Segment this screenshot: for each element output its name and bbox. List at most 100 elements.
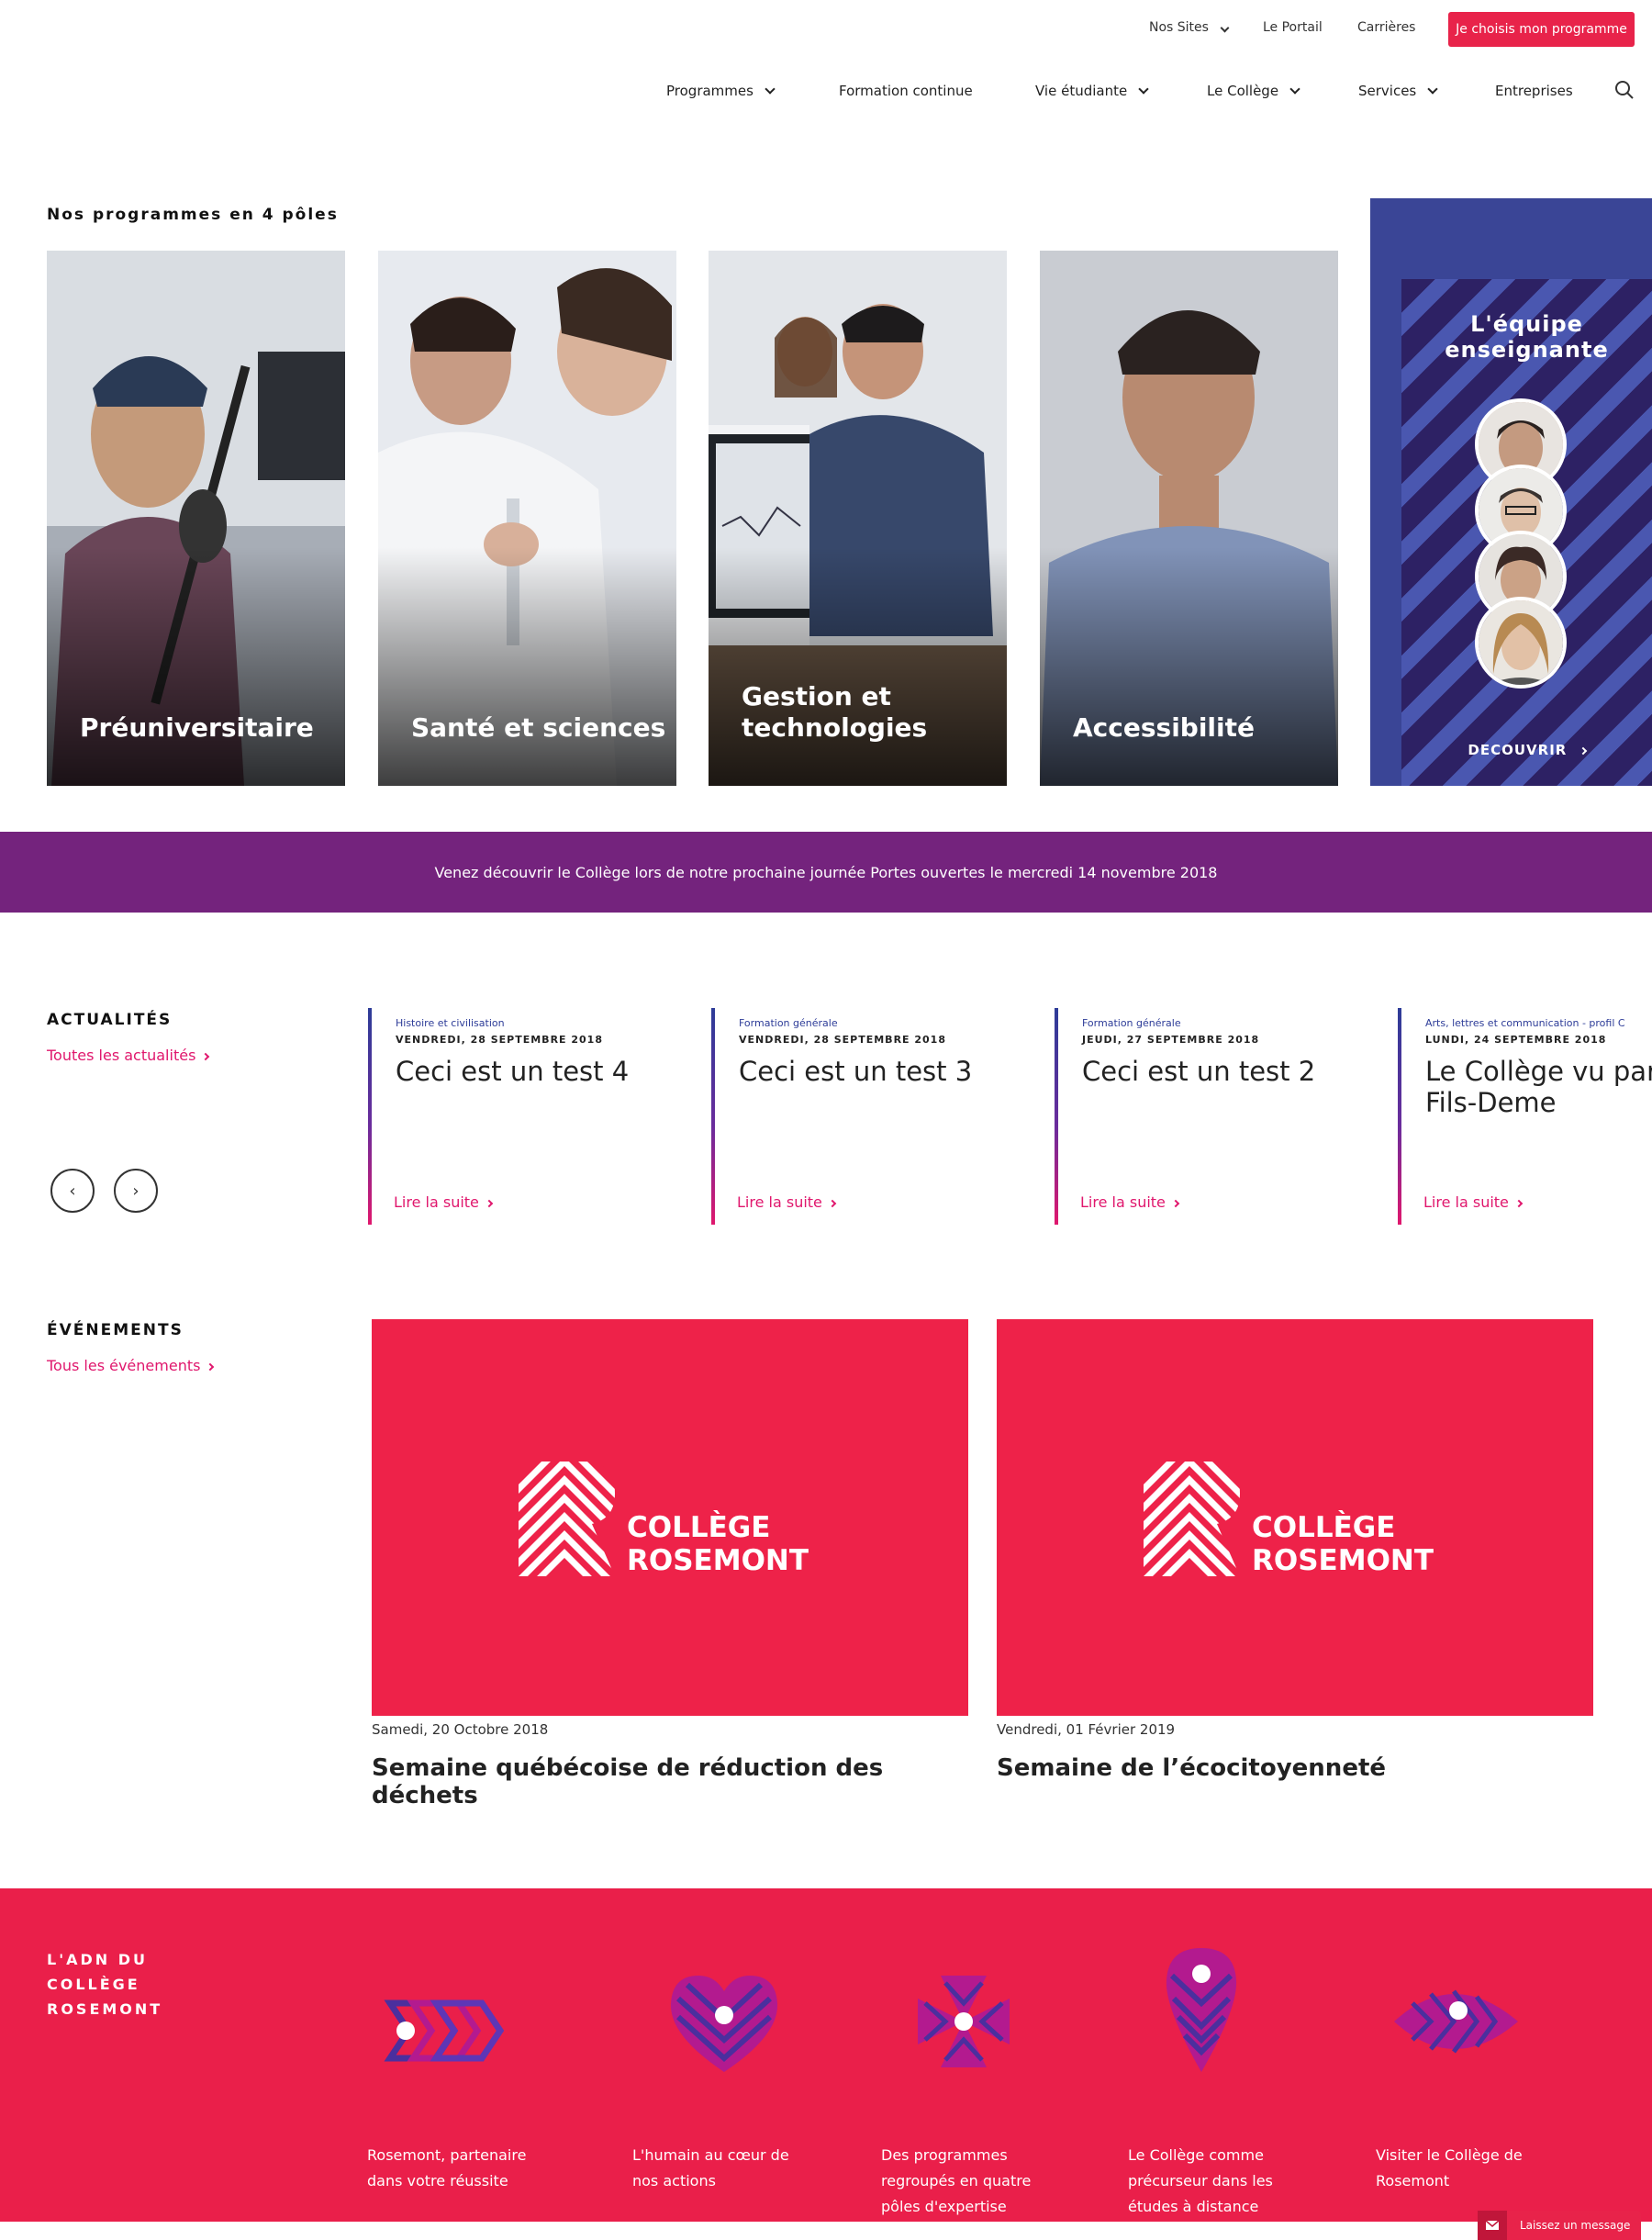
all-events-link[interactable]: Tous les événements (47, 1357, 215, 1374)
news-read-more-link[interactable]: Lire la suite (1080, 1193, 1180, 1211)
program-card-preuniversitaire[interactable]: Préuniversitaire (47, 251, 345, 786)
news-read-more-link[interactable]: Lire la suite (737, 1193, 837, 1211)
location-pin-icon (1166, 1948, 1237, 2072)
team-title: L'équipe enseignante (1445, 311, 1609, 363)
news-date: VENDREDI, 28 SEPTEMBRE 2018 (739, 1034, 946, 1046)
open-house-banner[interactable]: Venez découvrir le Collège lors de notre… (0, 832, 1652, 913)
news-accent-bar (1055, 1008, 1058, 1225)
team-cta-label: DECOUVRIR (1468, 742, 1568, 758)
program-label: Santé et sciences (411, 712, 666, 743)
chevron-left-icon: ‹ (69, 1181, 76, 1201)
event-title: Semaine québécoise de réduction des déch… (372, 1754, 884, 1809)
program-label: Gestion et technologies (742, 681, 928, 743)
all-news-link[interactable]: Toutes les actualités (47, 1047, 210, 1064)
program-card-gestion-technologies[interactable]: Gestion et technologies (709, 251, 1007, 786)
program-label: Accessibilité (1073, 712, 1255, 743)
news-date: JEUDI, 27 SEPTEMBRE 2018 (1082, 1034, 1260, 1046)
nav-formation-continue[interactable]: Formation continue (839, 83, 973, 99)
event-card[interactable]: COLLÈGE ROSEMONT Samedi, 20 Octobre 2018… (372, 1319, 968, 1809)
event-image: COLLÈGE ROSEMONT (997, 1319, 1593, 1716)
heart-pattern-icon (670, 1976, 778, 2072)
news-read-more-link[interactable]: Lire la suite (394, 1193, 494, 1211)
news-category: Histoire et civilisation (396, 1017, 505, 1029)
adn-text: L'humain au cœur de nos actions (632, 2146, 789, 2190)
event-card[interactable]: COLLÈGE ROSEMONT Vendredi, 01 Février 20… (997, 1319, 1593, 1782)
logo-text-1: COLLÈGE (627, 1511, 770, 1544)
news-heading: ACTUALITÉS (47, 1011, 173, 1029)
nav-le-college[interactable]: Le Collège (1207, 83, 1300, 99)
adn-title: L'ADN DU COLLÈGE ROSEMONT (47, 1947, 162, 2022)
chevron-down-icon (1289, 83, 1300, 95)
news-accent-bar (711, 1008, 715, 1225)
adn-text: Rosemont, partenaire dans votre réussite (367, 2146, 527, 2190)
arrow-pattern-icon (384, 1999, 505, 2062)
news-accent-bar (1398, 1008, 1401, 1225)
chevron-right-icon (1579, 746, 1587, 756)
team-discover-link[interactable]: DECOUVRIR (1401, 742, 1652, 758)
choose-program-button[interactable]: Je choisis mon programme (1448, 12, 1635, 47)
program-label: Préuniversitaire (80, 712, 314, 743)
programs-heading: Nos programmes en 4 pôles (47, 206, 339, 224)
news-date: VENDREDI, 28 SEPTEMBRE 2018 (396, 1034, 603, 1046)
news-category: Arts, lettres et communication - profil … (1425, 1017, 1625, 1029)
chevron-right-icon: › (132, 1181, 140, 1201)
carrieres-link[interactable]: Carrières (1357, 20, 1415, 35)
portail-link[interactable]: Le Portail (1263, 20, 1323, 35)
all-events-label: Tous les événements (47, 1357, 201, 1374)
flower-pattern-icon (918, 1976, 1010, 2067)
event-title: Semaine de l’écocitoyenneté (997, 1754, 1387, 1782)
news-card[interactable]: Histoire et civilisation VENDREDI, 28 SE… (368, 1008, 708, 1225)
news-card[interactable]: Formation générale VENDREDI, 28 SEPTEMBR… (711, 1008, 1051, 1225)
teacher-avatar (1475, 597, 1567, 689)
adn-title-line: ROSEMONT (47, 2000, 163, 2018)
news-read-more-link[interactable]: Lire la suite (1423, 1193, 1524, 1211)
adn-text: Des programmes regroupés en quatre pôles… (881, 2146, 1032, 2215)
college-rosemont-logo: COLLÈGE ROSEMONT (1144, 1462, 1456, 1585)
adn-text: Le Collège comme précurseur dans les étu… (1128, 2146, 1273, 2215)
read-more-label: Lire la suite (737, 1193, 822, 1211)
nav-entreprises[interactable]: Entreprises (1495, 83, 1573, 99)
news-next-button[interactable]: › (114, 1169, 158, 1213)
chevron-down-icon (1427, 83, 1438, 95)
adn-section: L'ADN DU COLLÈGE ROSEMONT Rosemont, part… (0, 1888, 1652, 2222)
all-news-label: Toutes les actualités (47, 1047, 196, 1064)
event-image: COLLÈGE ROSEMONT (372, 1319, 968, 1716)
nav-vie-etudiante[interactable]: Vie étudiante (1035, 83, 1149, 99)
nav-services[interactable]: Services (1358, 83, 1438, 99)
event-date: Samedi, 20 Octobre 2018 (372, 1721, 549, 1738)
nos-sites-link[interactable]: Nos Sites (1149, 20, 1230, 35)
nav-label: Services (1358, 83, 1417, 99)
nav-label: Formation continue (839, 83, 973, 99)
news-category: Formation générale (739, 1017, 838, 1029)
news-title: Ceci est un test 2 (1082, 1056, 1316, 1087)
team-panel[interactable]: L'équipe enseignante DECOUVRIR (1370, 198, 1652, 786)
nav-programmes[interactable]: Programmes (666, 83, 776, 99)
college-rosemont-logo: COLLÈGE ROSEMONT (519, 1462, 831, 1585)
read-more-label: Lire la suite (1423, 1193, 1509, 1211)
leave-message-button[interactable]: Laissez un message (1478, 2211, 1641, 2240)
nos-sites-label: Nos Sites (1149, 20, 1209, 35)
news-title: Le Collège vu par Tracey Fils-Deme (1425, 1056, 1652, 1118)
news-accent-bar (368, 1008, 372, 1225)
nav-label: Vie étudiante (1035, 83, 1128, 99)
chevron-down-icon (1220, 23, 1230, 33)
adn-title-line: COLLÈGE (47, 1976, 140, 1993)
banner-text: Venez découvrir le Collège lors de notre… (434, 863, 1218, 881)
leave-message-label: Laissez un message (1520, 2219, 1631, 2232)
chevron-down-icon (765, 83, 776, 95)
program-card-sante-sciences[interactable]: Santé et sciences (378, 251, 676, 786)
news-category: Formation générale (1082, 1017, 1181, 1029)
adn-title-line: L'ADN DU (47, 1951, 148, 1968)
chevron-right-icon (828, 1199, 837, 1208)
news-card[interactable]: Arts, lettres et communication - profil … (1398, 1008, 1652, 1225)
chevron-right-icon (485, 1199, 494, 1208)
search-icon[interactable] (1614, 80, 1635, 104)
news-card[interactable]: Formation générale JEUDI, 27 SEPTEMBRE 2… (1055, 1008, 1394, 1225)
nav-label: Programmes (666, 83, 753, 99)
read-more-label: Lire la suite (1080, 1193, 1166, 1211)
logo-text-2: ROSEMONT (627, 1544, 809, 1577)
news-title: Ceci est un test 3 (739, 1056, 973, 1087)
program-card-accessibilite[interactable]: Accessibilité (1040, 251, 1338, 786)
news-prev-button[interactable]: ‹ (50, 1169, 95, 1213)
read-more-label: Lire la suite (394, 1193, 479, 1211)
